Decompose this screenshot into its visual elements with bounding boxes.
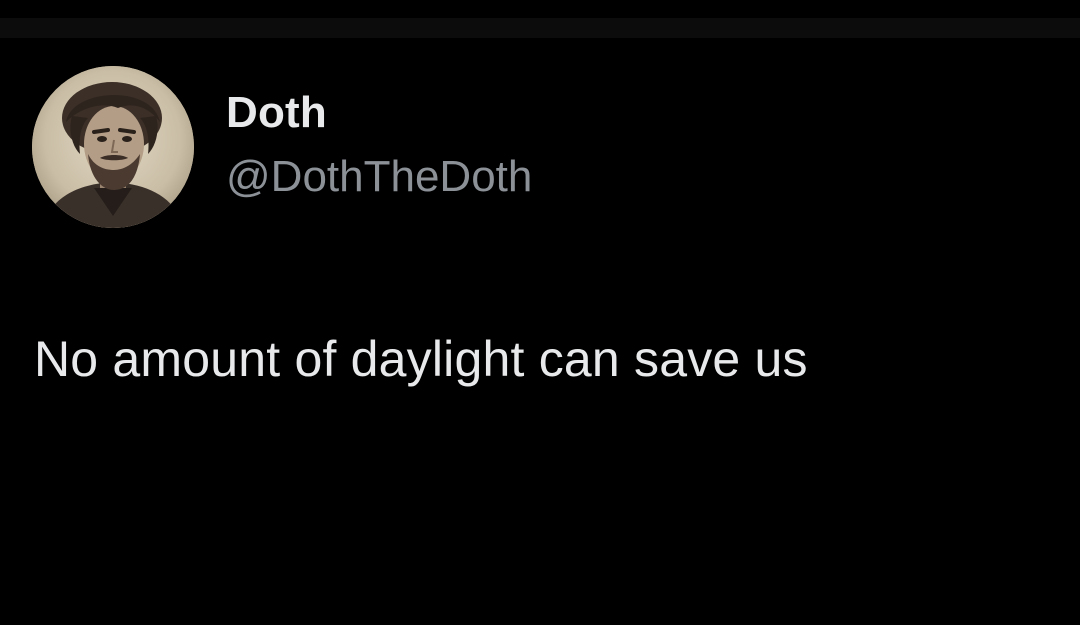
tweet-text: No amount of daylight can save us — [34, 331, 808, 387]
tweet-card: Doth @DothTheDoth No amount of daylight … — [0, 0, 1080, 625]
author-handle[interactable]: @DothTheDoth — [226, 152, 532, 202]
avatar[interactable] — [32, 66, 194, 228]
portrait-avatar-icon — [32, 66, 194, 228]
author-display-name[interactable]: Doth — [226, 88, 327, 138]
